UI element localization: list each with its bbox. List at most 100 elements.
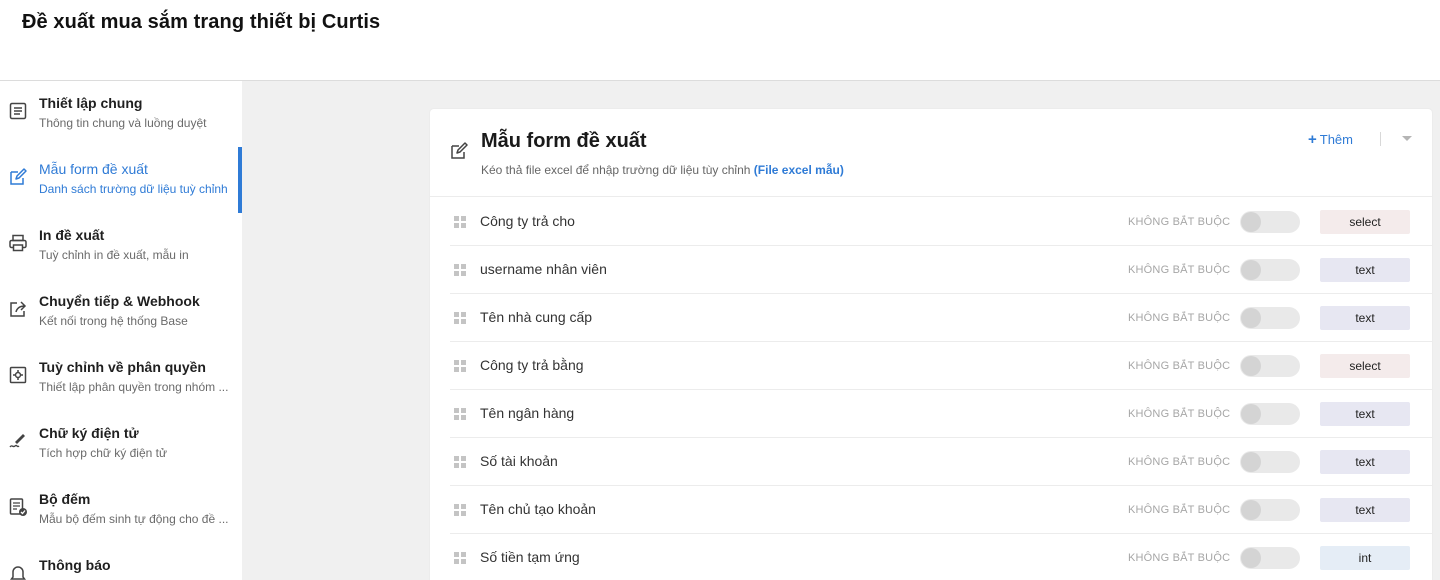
form-title: Mẫu form đề xuất [481, 130, 647, 152]
required-toggle[interactable] [1240, 211, 1300, 233]
toggle-knob [1241, 548, 1261, 568]
sidebar-item-chuyen-tiep-webhook[interactable]: Chuyển tiếp & Webhook Kết nối trong hệ th… [0, 279, 242, 345]
field-label[interactable]: username nhân viên [480, 261, 607, 277]
required-status-label: KHÔNG BẮT BUỘC [1128, 216, 1231, 228]
drag-handle-icon[interactable] [454, 360, 466, 372]
form-subtitle: Kéo thả file excel để nhập trường dữ liệ… [481, 163, 844, 177]
chevron-down-icon[interactable] [1402, 136, 1412, 141]
sidebar-item-thiet-lap-chung[interactable]: Thiết lập chung Thông tin chung và luồng … [0, 81, 242, 147]
layout: Thiết lập chung Thông tin chung và luồng … [0, 81, 1440, 580]
sidebar-item-subtitle: Thông tin chung và luồng duyệt [39, 116, 207, 130]
toggle-knob [1241, 212, 1261, 232]
field-label[interactable]: Tên nhà cung cấp [480, 309, 592, 325]
field-type-badge: select [1320, 210, 1410, 234]
toggle-knob [1241, 260, 1261, 280]
sidebar-item-tuy-chinh-ve-phan-quyen[interactable]: Tuỳ chỉnh về phân quyền Thiết lập phân qu… [0, 345, 242, 411]
main-content: Mẫu form đề xuất Kéo thả file excel để n… [242, 81, 1440, 580]
bell-icon [8, 563, 28, 580]
sidebar-item-title: Thông báo [39, 557, 111, 573]
sidebar-item-title: Bộ đếm [39, 491, 91, 507]
drag-handle-icon[interactable] [454, 264, 466, 276]
field-label[interactable]: Số tài khoản [480, 453, 558, 469]
field-row: username nhân viên KHÔNG BẮT BUỘC text [450, 246, 1432, 294]
required-toggle[interactable] [1240, 355, 1300, 377]
field-label[interactable]: Số tiền tạm ứng [480, 549, 580, 565]
sidebar-item-chu-ky-dien-tu[interactable]: Chữ ký điện tử Tích hợp chữ ký điện tử [0, 411, 242, 477]
add-field-button[interactable]: + Thêm [1308, 131, 1353, 148]
field-type-badge: text [1320, 402, 1410, 426]
field-type-badge: text [1320, 450, 1410, 474]
sidebar-item-title: Mẫu form đề xuất [39, 161, 148, 177]
header-divider [1380, 132, 1381, 146]
required-status-label: KHÔNG BẮT BUỘC [1128, 456, 1231, 468]
sidebar-item-subtitle: Thiết lập phân quyền trong nhóm ... [39, 380, 229, 394]
sidebar-item-subtitle: Tuỳ chỉnh in đề xuất, mẫu in [39, 248, 189, 262]
sidebar-item-title: Tuỳ chỉnh về phân quyền [39, 359, 206, 375]
toggle-knob [1241, 500, 1261, 520]
page-header: Đề xuất mua sắm trang thiết bị Curtis [0, 0, 1440, 81]
required-status-label: KHÔNG BẮT BUỘC [1128, 264, 1231, 276]
sidebar-item-subtitle: Mẫu bộ đếm sinh tự động cho đề ... [39, 512, 229, 526]
required-toggle[interactable] [1240, 451, 1300, 473]
field-row: Công ty trả bằng KHÔNG BẮT BUỘC select [450, 342, 1432, 390]
sample-excel-link[interactable]: (File excel mẫu) [754, 163, 844, 177]
field-label[interactable]: Công ty trả cho [480, 213, 575, 229]
counter-icon [8, 497, 28, 517]
field-row: Tên nhà cung cấp KHÔNG BẮT BUỘC text [450, 294, 1432, 342]
required-toggle[interactable] [1240, 403, 1300, 425]
sidebar-item-subtitle: Kết nối trong hệ thống Base [39, 314, 188, 328]
drag-handle-icon[interactable] [454, 552, 466, 564]
signature-pen-icon [8, 431, 28, 451]
drag-handle-icon[interactable] [454, 408, 466, 420]
sidebar-item-mau-form-de-xuat[interactable]: Mẫu form đề xuất Danh sách trường dữ liệu… [0, 147, 242, 213]
form-card-header: Mẫu form đề xuất Kéo thả file excel để n… [430, 109, 1432, 197]
required-status-label: KHÔNG BẮT BUỘC [1128, 360, 1231, 372]
sidebar-item-subtitle: Danh sách trường dữ liệu tuỳ chỉnh [39, 182, 228, 196]
add-field-label: Thêm [1319, 132, 1353, 147]
edit-icon [8, 167, 28, 187]
required-toggle[interactable] [1240, 307, 1300, 329]
field-type-badge: text [1320, 498, 1410, 522]
toggle-knob [1241, 308, 1261, 328]
sidebar-item-title: Thiết lập chung [39, 95, 143, 111]
field-type-badge: int [1320, 546, 1410, 570]
required-toggle[interactable] [1240, 259, 1300, 281]
field-row: Công ty trả cho KHÔNG BẮT BUỘC select [450, 198, 1432, 246]
field-type-badge: text [1320, 258, 1410, 282]
required-status-label: KHÔNG BẮT BUỘC [1128, 552, 1231, 564]
form-subtitle-text: Kéo thả file excel để nhập trường dữ liệ… [481, 163, 751, 177]
drag-handle-icon[interactable] [454, 312, 466, 324]
field-type-badge: select [1320, 354, 1410, 378]
toggle-knob [1241, 404, 1261, 424]
sidebar-item-bo-dem[interactable]: Bộ đếm Mẫu bộ đếm sinh tự động cho đề ... [0, 477, 242, 543]
printer-icon [8, 233, 28, 253]
required-status-label: KHÔNG BẮT BUỘC [1128, 504, 1231, 516]
sidebar-item-title: In đề xuất [39, 227, 105, 243]
drag-handle-icon[interactable] [454, 216, 466, 228]
field-type-badge: text [1320, 306, 1410, 330]
field-label[interactable]: Công ty trả bằng [480, 357, 584, 373]
required-toggle[interactable] [1240, 547, 1300, 569]
field-row: Số tài khoản KHÔNG BẮT BUỘC text [450, 438, 1432, 486]
field-label[interactable]: Tên ngân hàng [480, 405, 574, 421]
required-toggle[interactable] [1240, 499, 1300, 521]
sidebar: Thiết lập chung Thông tin chung và luồng … [0, 81, 242, 580]
drag-handle-icon[interactable] [454, 504, 466, 516]
field-row: Tên ngân hàng KHÔNG BẮT BUỘC text [450, 390, 1432, 438]
document-icon [8, 101, 28, 121]
share-icon [8, 299, 28, 319]
page-title: Đề xuất mua sắm trang thiết bị Curtis [22, 11, 381, 33]
required-status-label: KHÔNG BẮT BUỘC [1128, 408, 1231, 420]
sidebar-item-thong-bao[interactable]: Thông báo [0, 543, 242, 580]
toggle-knob [1241, 452, 1261, 472]
sidebar-item-in-de-xuat[interactable]: In đề xuất Tuỳ chỉnh in đề xuất, mẫu in [0, 213, 242, 279]
field-row: Số tiền tạm ứng KHÔNG BẮT BUỘC int [450, 534, 1432, 580]
sidebar-item-title: Chuyển tiếp & Webhook [39, 293, 200, 309]
edit-icon [450, 142, 468, 160]
field-label[interactable]: Tên chủ tạo khoản [480, 501, 596, 517]
plus-icon: + [1308, 131, 1317, 148]
field-list: Công ty trả cho KHÔNG BẮT BUỘC select usern… [450, 198, 1432, 580]
sidebar-item-title: Chữ ký điện tử [39, 425, 139, 441]
drag-handle-icon[interactable] [454, 456, 466, 468]
sidebar-item-subtitle: Tích hợp chữ ký điện tử [39, 446, 167, 460]
